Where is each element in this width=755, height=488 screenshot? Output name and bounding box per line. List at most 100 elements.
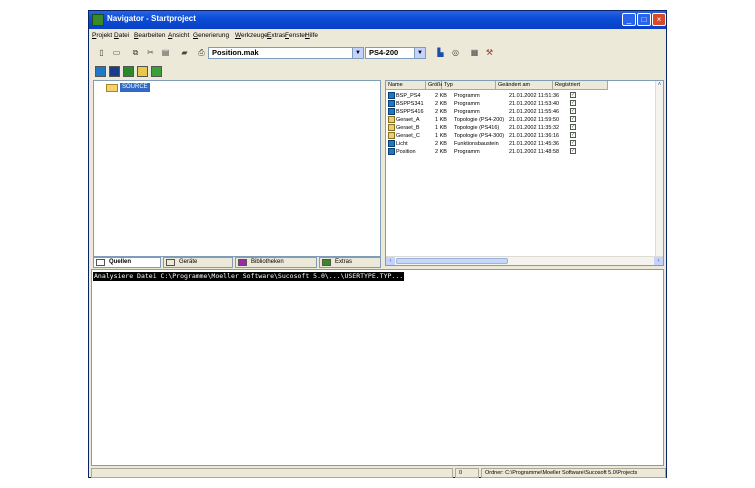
file-combo-value: Position.mak (212, 48, 259, 57)
file-combo[interactable]: Position.mak ▼ (208, 47, 364, 59)
cell-size: 2 KB (435, 109, 447, 115)
file-row[interactable]: BSPPS341 2 KB Programm 21.01.2002 11:53:40 ✓ (386, 100, 576, 108)
registered-checkbox[interactable]: ✓ (570, 100, 576, 106)
status-folder: Ordner: C:\Programme\Moeller Software\Su… (481, 468, 666, 478)
menu-generierung[interactable]: Generierung (193, 32, 229, 39)
menu-ansicht[interactable]: Ansicht (168, 32, 189, 39)
source-tree[interactable]: SOURCE (93, 80, 381, 257)
tab-quellen[interactable]: Quellen (93, 257, 161, 268)
menu-projekt[interactable]: Projekt (92, 32, 112, 39)
column-header[interactable]: Geändert am (496, 81, 553, 90)
menu-accel: G (193, 32, 199, 39)
registered-checkbox[interactable]: ✓ (570, 108, 576, 114)
cell-name: BSPPS341 (396, 101, 424, 107)
window-title: Navigator - Startproject (107, 14, 196, 23)
cell-name: Position (396, 149, 416, 155)
file-row[interactable]: Licht 2 KB Funktionsbaustein 21.01.2002 11:… (386, 140, 576, 148)
file-row[interactable]: Position 2 KB Programm 21.01.2002 11:48:58 ✓ (386, 148, 576, 156)
network-icon[interactable]: ◎ (449, 46, 462, 59)
menu-fenster[interactable]: Fenster (285, 32, 307, 39)
horizontal-scrollbar[interactable]: ‹ › (386, 256, 663, 265)
program-icon[interactable] (95, 66, 106, 77)
scroll-right-icon[interactable]: › (654, 257, 663, 265)
scroll-up-icon[interactable]: ˄ (656, 81, 663, 89)
menu-accel: W (235, 32, 242, 39)
menu-datei[interactable]: Datei (114, 32, 129, 39)
cell-size: 1 KB (435, 133, 447, 139)
copy-icon[interactable]: ⧉ (129, 46, 142, 59)
minimize-button[interactable]: _ (622, 13, 636, 26)
output-pane[interactable]: Analysiere Datei C:\Programme\Moeller So… (91, 269, 664, 466)
menu-accel: E (267, 32, 272, 39)
cell-type: Topologie (PS4-200) (454, 117, 505, 123)
file-row[interactable]: BSPPS416 2 KB Programm 21.01.2002 11:55:46 ✓ (386, 108, 576, 116)
registered-checkbox[interactable]: ✓ (570, 148, 576, 154)
registered-checkbox[interactable]: ✓ (570, 116, 576, 122)
file-row[interactable]: Geraet_B 1 KB Topologie (PS416) 21.01.2002 … (386, 124, 576, 132)
file-row[interactable]: Geraet_A 1 KB Topologie (PS4-200) 21.01.200… (386, 116, 576, 124)
scroll-thumb[interactable] (396, 258, 508, 264)
tab-extras[interactable]: Extras (319, 257, 381, 268)
tab-icon (238, 259, 247, 266)
title-bar[interactable]: Navigator - Startproject _ □ × (89, 11, 666, 29)
properties-icon[interactable]: ▦ (468, 46, 481, 59)
column-header[interactable]: Registriert (553, 81, 608, 90)
close-button[interactable]: × (652, 13, 666, 26)
tab-icon (322, 259, 331, 266)
file-list[interactable]: ˄ ‹ › Name Größe Typ Geändert am Registriert… (385, 80, 664, 266)
cut-icon[interactable]: ✂ (144, 46, 157, 59)
tools-icon[interactable]: ⚒ (483, 46, 496, 59)
cell-size: 2 KB (435, 141, 447, 147)
print-icon[interactable]: ⎙ (195, 46, 208, 59)
column-header[interactable]: Name (386, 81, 426, 90)
menu-werkzeuge[interactable]: Werkzeuge (235, 32, 268, 39)
view-toolbar (89, 64, 666, 80)
status-bar: 0 Ordner: C:\Programme\Moeller Software\… (89, 468, 666, 478)
cell-size: 1 KB (435, 125, 447, 131)
tab-label: Extras (335, 259, 353, 265)
function-icon[interactable] (123, 66, 134, 77)
cell-size: 2 KB (435, 149, 447, 155)
new-icon[interactable]: ▯ (95, 46, 108, 59)
cell-date: 21.01.2002 11:59:50 (509, 117, 560, 123)
column-header[interactable]: Typ (442, 81, 496, 90)
registered-checkbox[interactable]: ✓ (570, 140, 576, 146)
cell-name: Geraet_A (396, 117, 420, 123)
maximize-button[interactable]: □ (637, 13, 651, 26)
file-row[interactable]: Geraet_C 1 KB Topologie (PS4-300) 21.01.200… (386, 132, 576, 140)
chevron-down-icon[interactable]: ▼ (414, 48, 425, 58)
topology-icon[interactable] (137, 66, 148, 77)
registered-checkbox[interactable]: ✓ (570, 92, 576, 98)
module-icon[interactable] (109, 66, 120, 77)
vertical-scrollbar[interactable]: ˄ (655, 81, 663, 258)
tree-item-source[interactable]: SOURCE (120, 83, 150, 92)
menu-accel: D (114, 32, 119, 39)
build-icon[interactable]: ▙ (434, 46, 447, 59)
cell-type: Funktionsbaustein (454, 141, 499, 147)
menu-extras[interactable]: Extras (267, 32, 285, 39)
tab-label: Quellen (109, 259, 132, 265)
tab-icon (166, 259, 175, 266)
cell-name: Licht (396, 141, 408, 147)
topology-file-icon (388, 132, 395, 139)
status-main (91, 468, 453, 478)
cell-type: Programm (454, 109, 480, 115)
column-header[interactable]: Größe (426, 81, 444, 90)
registered-checkbox[interactable]: ✓ (570, 124, 576, 130)
chevron-down-icon[interactable]: ▼ (352, 48, 363, 58)
cell-date: 21.01.2002 11:51:36 (509, 93, 560, 99)
open-icon[interactable]: ▭ (110, 46, 123, 59)
folder-icon[interactable]: ▰ (178, 46, 191, 59)
menu-hilfe[interactable]: Hilfe (305, 32, 318, 39)
target-combo-value: PS4-200 (369, 48, 399, 57)
paste-icon[interactable]: ▤ (159, 46, 172, 59)
tab-label: Geräte (179, 259, 198, 265)
scroll-left-icon[interactable]: ‹ (386, 257, 395, 265)
registered-checkbox[interactable]: ✓ (570, 132, 576, 138)
target-combo[interactable]: PS4-200 ▼ (365, 47, 426, 59)
file-row[interactable]: BSP_PS4 2 KB Programm 21.01.2002 11:51:36 ✓ (386, 92, 576, 100)
tab-gerte[interactable]: Geräte (163, 257, 233, 268)
tab-bibliotheken[interactable]: Bibliotheken (235, 257, 317, 268)
network-view-icon[interactable] (151, 66, 162, 77)
menu-bearbeiten[interactable]: Bearbeiten (134, 32, 165, 39)
